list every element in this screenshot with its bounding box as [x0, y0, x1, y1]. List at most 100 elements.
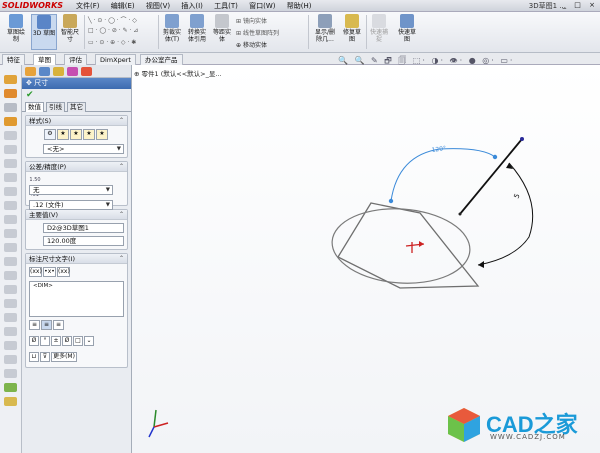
- sketch-ellipse[interactable]: [330, 204, 473, 287]
- menu-insert[interactable]: 插入(I): [181, 1, 203, 11]
- window-controls[interactable]: _ □ ×: [563, 1, 598, 9]
- rapid-sketch-button[interactable]: 快速草 图: [394, 14, 420, 50]
- symbol-depth-icon[interactable]: ⊽: [40, 352, 50, 362]
- convert-button[interactable]: 转换实 体引用: [185, 14, 209, 50]
- property-tab-icon[interactable]: [39, 67, 50, 76]
- style-select[interactable]: <无> ▼: [43, 144, 124, 154]
- align-right-icon[interactable]: ≡: [53, 320, 64, 330]
- offset-tool-icon[interactable]: [4, 243, 17, 252]
- spline-tool-icon[interactable]: [4, 173, 17, 182]
- menu-view[interactable]: 视图(V): [146, 1, 170, 11]
- trim-tool-icon[interactable]: [4, 257, 17, 266]
- feature-tool-icon[interactable]: [4, 89, 17, 98]
- tab-dimxpert[interactable]: DimXpert: [95, 54, 136, 65]
- copy-tool-icon[interactable]: [4, 327, 17, 336]
- dimension-name-field[interactable]: D2@3D草图1: [43, 223, 124, 233]
- delete-style-icon[interactable]: ★: [70, 129, 82, 140]
- sketch-line[interactable]: [459, 138, 523, 215]
- arc-tool-icon[interactable]: [4, 145, 17, 154]
- mirror-entities-item[interactable]: ⊞ 镜向实体: [236, 16, 267, 25]
- diameter-symbol-button[interactable]: Ø: [29, 336, 39, 346]
- relations-tool-icon[interactable]: [4, 383, 17, 392]
- move-tool-icon[interactable]: [4, 313, 17, 322]
- pattern-tool-icon[interactable]: [4, 299, 17, 308]
- offset-button[interactable]: 等距实 体: [210, 14, 234, 50]
- trim-button[interactable]: 剪裁实 体(T): [160, 14, 184, 50]
- sketch-tools-row1[interactable]: ╲ · ⊙ · ◯ · ⌒ · ◇: [88, 15, 137, 24]
- tolerance-type-select[interactable]: 无 ▼: [29, 185, 113, 195]
- ok-check-icon[interactable]: ✔: [26, 90, 34, 100]
- style-group-header[interactable]: 样式(S) ⌃: [26, 116, 127, 126]
- align-center-icon[interactable]: ≡: [41, 320, 52, 330]
- stretch-tool-icon[interactable]: [4, 369, 17, 378]
- dimension-text-area[interactable]: <DIM>: [29, 281, 124, 317]
- dimension-handle[interactable]: [388, 198, 394, 204]
- precision-select[interactable]: .12 (文件) ▼: [29, 200, 113, 210]
- center-button[interactable]: •x•: [43, 267, 56, 277]
- repair-tool-icon[interactable]: [4, 397, 17, 406]
- vertex-point[interactable]: [458, 212, 462, 216]
- align-left-icon[interactable]: ≡: [29, 320, 40, 330]
- more-symbols-button[interactable]: 更多(M): [51, 352, 77, 362]
- graphics-area[interactable]: ⊕ 零件1 (默认<<默认>_显... 120° 5 CAD之家 WWW.CAD…: [132, 65, 600, 453]
- sketch-button[interactable]: 草图绘 制: [2, 14, 30, 50]
- dimxpert-tab-icon[interactable]: [67, 67, 78, 76]
- angle-dimension-text[interactable]: 120°: [431, 145, 446, 154]
- tab-sketch[interactable]: 草图: [33, 54, 56, 65]
- smart-dimension-button[interactable]: 智能尺 寸: [58, 14, 82, 50]
- inspection-button[interactable]: (xx): [57, 267, 70, 277]
- tolerance-group-header[interactable]: 公差/精度(P) ⌃: [26, 162, 127, 172]
- dimension-handle[interactable]: [492, 154, 498, 160]
- apply-style-icon[interactable]: ⚙: [44, 129, 56, 140]
- menu-help[interactable]: 帮助(H): [287, 1, 312, 11]
- chamfer-tool-icon[interactable]: [4, 215, 17, 224]
- move-entities-item[interactable]: ⊕ 移动实体: [236, 40, 267, 49]
- config-tab-icon[interactable]: [53, 67, 64, 76]
- tab-value[interactable]: 数值: [25, 102, 44, 112]
- dimension-value-field[interactable]: 120.00度: [43, 236, 124, 246]
- parentheses-button[interactable]: (xx): [29, 267, 42, 277]
- length-dimension-text[interactable]: 5: [513, 192, 522, 199]
- line-tool-icon[interactable]: [4, 103, 17, 112]
- rotate-tool-icon[interactable]: [4, 341, 17, 350]
- plane-tool-icon[interactable]: [4, 131, 17, 140]
- square-symbol-button[interactable]: □: [73, 336, 83, 346]
- sketch-tool-icon[interactable]: [4, 75, 17, 84]
- scale-tool-icon[interactable]: [4, 355, 17, 364]
- circle-tool-icon[interactable]: [4, 159, 17, 168]
- display-tab-icon[interactable]: [81, 67, 92, 76]
- tab-features[interactable]: 特征: [2, 54, 25, 65]
- menu-window[interactable]: 窗口(W): [249, 1, 275, 11]
- sketch-tools-row3[interactable]: ▭ · ⊙ · ⊕ · ◇ · ✱: [88, 39, 136, 46]
- angle-dimension-arc[interactable]: [390, 148, 496, 202]
- 3d-sketch-button[interactable]: 3D 草图: [31, 14, 57, 50]
- degree-symbol-button[interactable]: °: [40, 336, 50, 346]
- dimension-text-group-header[interactable]: 标注尺寸文字(I) ⌃: [26, 254, 127, 264]
- fillet-tool-icon[interactable]: [4, 201, 17, 210]
- sketch-tools-row2[interactable]: □ · ◯ · ⊘ · ✎ · ⊿: [88, 27, 138, 34]
- text-tool-icon[interactable]: [4, 229, 17, 238]
- primary-value-group-header[interactable]: 主要值(V) ⌃: [26, 210, 127, 220]
- plusminus-symbol-button[interactable]: ±: [51, 336, 61, 346]
- point-tool-icon[interactable]: [4, 187, 17, 196]
- menu-file[interactable]: 文件(F): [76, 1, 100, 11]
- extend-tool-icon[interactable]: [4, 271, 17, 280]
- length-dimension-arc[interactable]: [477, 162, 534, 266]
- line-endpoint[interactable]: [520, 137, 524, 141]
- quick-snap-button[interactable]: 快速捕 捉: [368, 14, 390, 50]
- tab-other[interactable]: 其它: [67, 102, 86, 112]
- linear-pattern-item[interactable]: ⊞ 线性草图阵列: [236, 28, 279, 37]
- display-relations-button[interactable]: 显示/删 除几...: [312, 14, 338, 50]
- load-style-icon[interactable]: ★: [96, 129, 108, 140]
- update-style-icon[interactable]: ★: [57, 129, 69, 140]
- symbol-library-icon[interactable]: ⊔: [29, 352, 39, 362]
- diameter2-symbol-button[interactable]: Ø: [62, 336, 72, 346]
- menu-tools[interactable]: 工具(T): [214, 1, 238, 11]
- tab-office-products[interactable]: 办公室产品: [140, 54, 183, 65]
- menu-edit[interactable]: 编辑(E): [111, 1, 135, 11]
- mirror-tool-icon[interactable]: [4, 285, 17, 294]
- tab-evaluate[interactable]: 评估: [64, 54, 87, 65]
- save-style-icon[interactable]: ★: [83, 129, 95, 140]
- symbol-more-icon[interactable]: ⌄: [84, 336, 94, 346]
- repair-sketch-button[interactable]: 修复草 图: [340, 14, 364, 50]
